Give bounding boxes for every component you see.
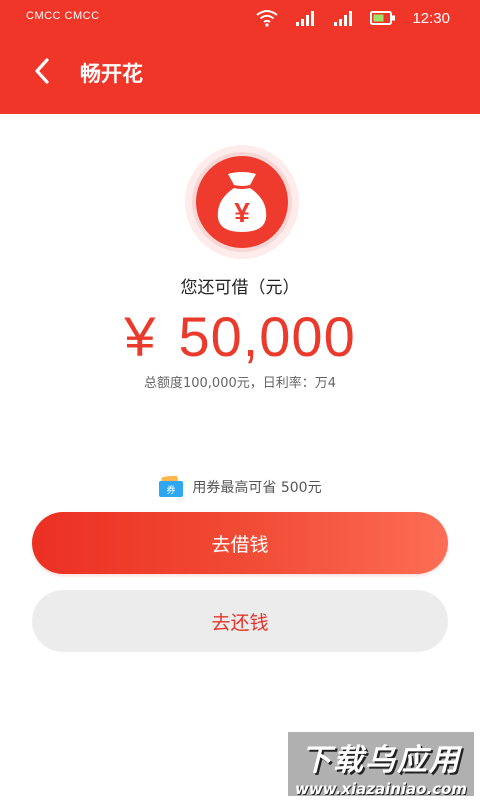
money-bag-badge: ¥ (184, 144, 300, 260)
amount-value: 50,000 (178, 305, 356, 368)
coupon-text: 用券最高可省 500元 (192, 480, 322, 496)
signal-icon (296, 11, 315, 26)
available-amount: ¥50,000 (0, 304, 480, 369)
battery-icon (370, 11, 396, 25)
status-bar: CMCC CMCC 12:30 (0, 0, 480, 36)
currency-symbol: ¥ (124, 305, 157, 368)
carrier-label: CMCC CMCC (26, 10, 100, 22)
status-time: 12:30 (412, 9, 450, 27)
status-icons: 12:30 (256, 6, 450, 30)
signal-icon (334, 11, 353, 26)
coupon-hint: 券 用券最高可省 500元 (0, 476, 480, 498)
available-label: 您还可借（元） (180, 278, 300, 298)
coupon-icon: 券 (159, 476, 184, 497)
yen-symbol: ¥ (234, 197, 250, 228)
chevron-left-icon (35, 58, 49, 84)
screen: CMCC CMCC 12:30 畅开花 ¥ 您还可借（元） ¥ 50,000 总… (0, 0, 480, 800)
borrow-button[interactable]: 去借钱 (32, 512, 448, 574)
wifi-icon (256, 10, 279, 27)
watermark-url: www.xiazainiao.com (294, 780, 468, 798)
watermark-title: 下载乌应用 (301, 743, 461, 778)
watermark-logo: 下载乌应用 www.xiazainiao.com (288, 732, 474, 798)
repay-button[interactable]: 去还钱 (32, 590, 448, 652)
svg-text:券: 券 (167, 484, 176, 496)
back-button[interactable] (28, 56, 58, 86)
credit-info: 总额度100,000元，日利率：万4 (143, 376, 337, 391)
app-header: CMCC CMCC 12:30 畅开花 (0, 0, 480, 114)
nav-bar: 畅开花 (0, 36, 480, 114)
money-bag-icon: ¥ (185, 145, 299, 259)
page-title: 畅开花 (80, 62, 143, 86)
